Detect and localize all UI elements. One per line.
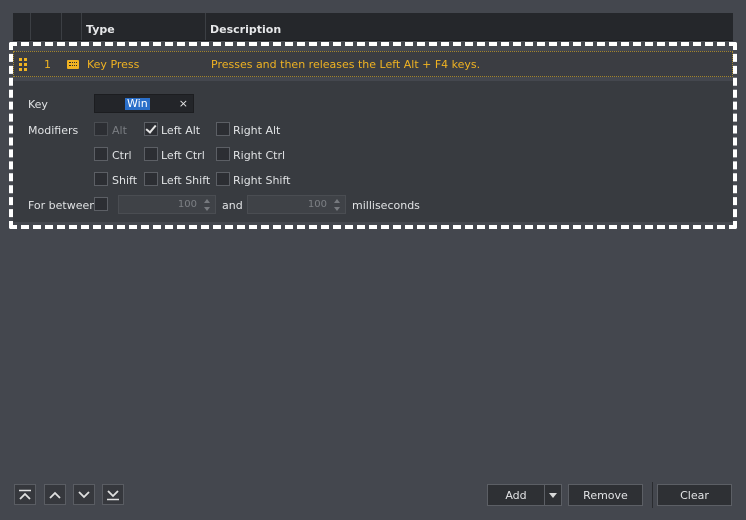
header-col-icon xyxy=(62,13,82,40)
caret-down-icon xyxy=(549,492,557,498)
header-type[interactable]: Type xyxy=(82,13,206,40)
header-col-index xyxy=(31,13,62,40)
move-top-icon xyxy=(19,489,31,500)
move-down-button[interactable] xyxy=(73,484,95,505)
clear-button[interactable]: Clear xyxy=(657,484,732,506)
action-editor: Type Description 1 Key Press Presses and… xyxy=(0,0,746,520)
header-col-grip xyxy=(13,13,31,40)
add-button[interactable]: Add xyxy=(487,484,545,506)
toolbar-separator xyxy=(652,482,653,508)
move-top-button[interactable] xyxy=(14,484,36,505)
remove-button[interactable]: Remove xyxy=(568,484,643,506)
add-dropdown-button[interactable] xyxy=(544,484,562,506)
selection-highlight xyxy=(9,42,737,229)
remove-label: Remove xyxy=(583,488,628,502)
move-bottom-icon xyxy=(107,489,119,500)
header-description[interactable]: Description xyxy=(206,13,733,40)
chevron-up-icon xyxy=(49,491,61,499)
chevron-down-icon xyxy=(78,490,90,498)
move-bottom-button[interactable] xyxy=(102,484,124,505)
table-header: Type Description xyxy=(13,13,733,41)
move-up-button[interactable] xyxy=(44,484,66,505)
add-label: Add xyxy=(505,488,527,502)
clear-label: Clear xyxy=(680,488,709,502)
